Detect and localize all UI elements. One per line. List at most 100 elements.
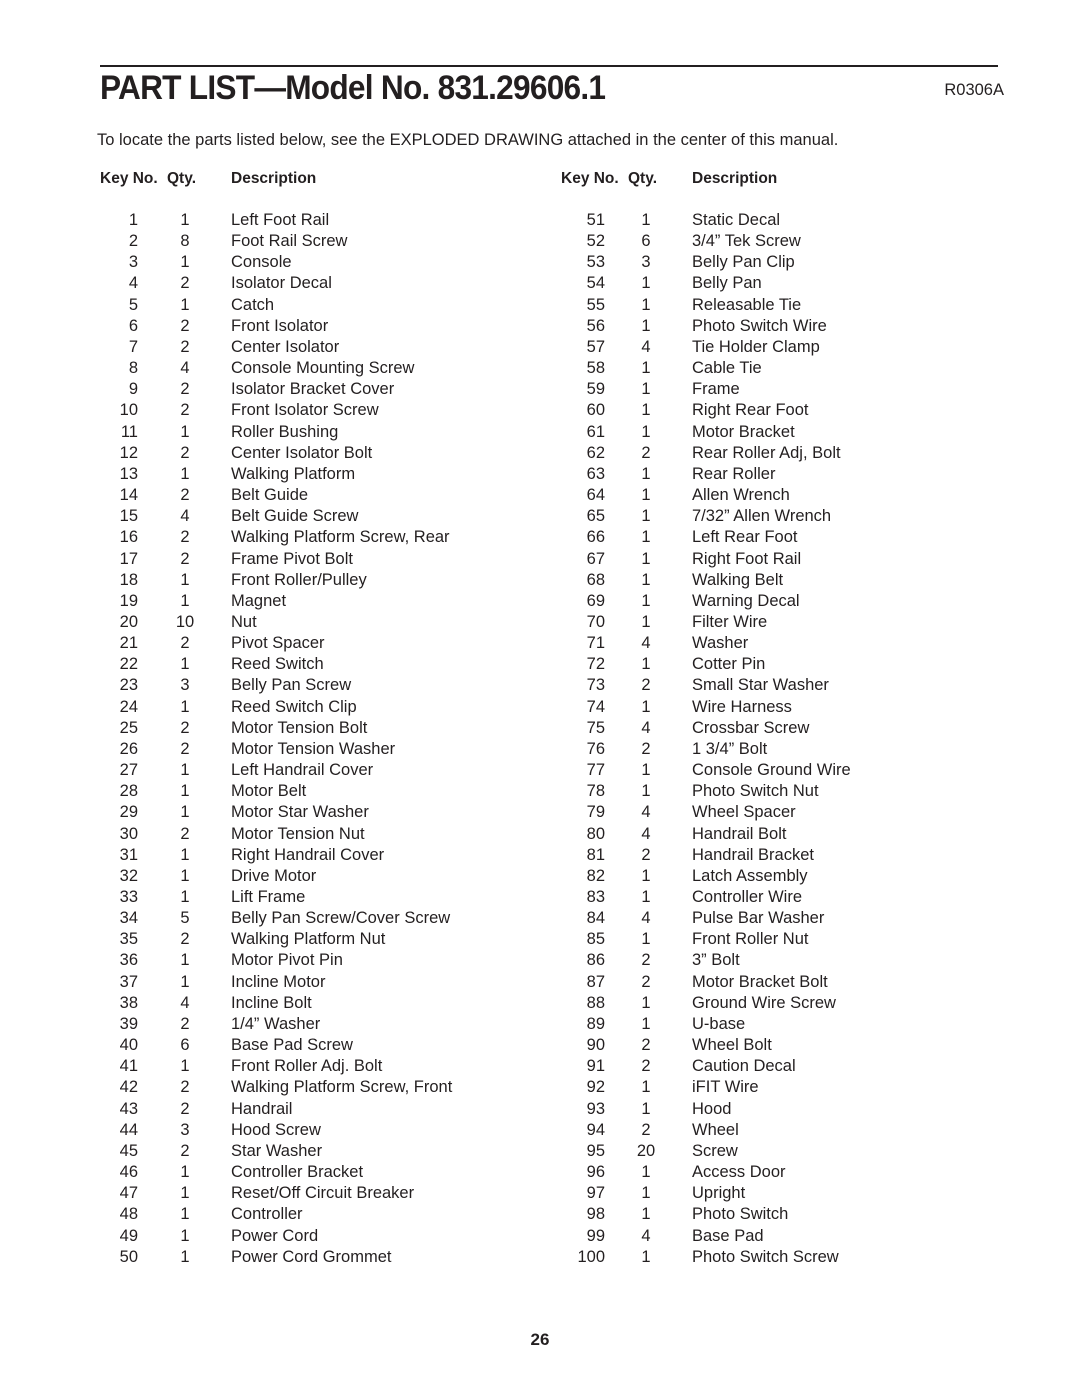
- part-description: Base Pad Screw: [231, 1036, 353, 1055]
- part-key-no: 89: [586, 1014, 605, 1033]
- part-key-no: 70: [586, 612, 605, 631]
- part-row: 6 2 Front Isolator: [100, 316, 520, 337]
- part-qty: 4: [641, 718, 651, 737]
- part-row: 85 1 Front Roller Nut: [561, 929, 981, 950]
- part-key-no: 47: [119, 1184, 138, 1203]
- part-qty: 2: [180, 549, 190, 568]
- part-qty: 1: [180, 253, 190, 272]
- part-qty: 2: [641, 443, 651, 462]
- part-row: 53 3 Belly Pan Clip: [561, 252, 981, 273]
- part-row: 97 1 Upright: [561, 1183, 981, 1204]
- part-key-no: 26: [119, 739, 138, 758]
- part-key-no: 4: [128, 274, 138, 293]
- part-qty: 1: [180, 1184, 190, 1203]
- part-description: Handrail: [231, 1099, 293, 1118]
- part-description: Cable Tie: [692, 359, 762, 378]
- part-key-no: 72: [586, 655, 605, 674]
- part-row: 69 1 Warning Decal: [561, 591, 981, 612]
- part-key-no: 34: [119, 909, 138, 928]
- part-qty: 6: [641, 232, 651, 251]
- part-key-no: 31: [119, 845, 138, 864]
- part-row: 72 1 Cotter Pin: [561, 654, 981, 675]
- part-qty: 4: [641, 909, 651, 928]
- part-qty: 1: [180, 1163, 190, 1182]
- part-key-no: 15: [119, 507, 138, 526]
- part-description: Front Isolator Screw: [231, 401, 379, 420]
- part-key-no: 77: [586, 761, 605, 780]
- part-key-no: 74: [586, 697, 605, 716]
- part-key-no: 49: [119, 1226, 138, 1245]
- part-description: Left Foot Rail: [231, 211, 330, 229]
- part-qty: 1: [641, 655, 651, 674]
- part-key-no: 92: [586, 1078, 605, 1097]
- part-row: 5 1 Catch: [100, 295, 520, 316]
- part-description: Catch: [231, 295, 275, 314]
- part-row: 14 2 Belt Guide: [100, 485, 520, 506]
- part-description: Cotter Pin: [692, 655, 766, 674]
- part-row: 23 3 Belly Pan Screw: [100, 675, 520, 696]
- part-qty: 2: [641, 972, 651, 991]
- part-row: 93 1 Hood: [561, 1099, 981, 1120]
- part-description: Isolator Bracket Cover: [231, 380, 395, 399]
- part-key-no: 98: [586, 1205, 605, 1224]
- part-qty: 2: [180, 380, 190, 399]
- part-row: 50 1 Power Cord Grommet: [100, 1247, 520, 1268]
- part-key-no: 81: [586, 845, 605, 864]
- part-description: Power Cord Grommet: [231, 1247, 392, 1266]
- part-description: Controller Bracket: [231, 1163, 364, 1182]
- part-key-no: 68: [586, 570, 605, 589]
- part-description: Frame Pivot Bolt: [231, 549, 353, 568]
- part-key-no: 61: [586, 422, 605, 441]
- part-qty: 1: [180, 845, 190, 864]
- part-description: Right Foot Rail: [692, 549, 802, 568]
- part-key-no: 99: [586, 1226, 605, 1245]
- part-row: 37 1 Incline Motor: [100, 972, 520, 993]
- part-key-no: 93: [586, 1099, 605, 1118]
- part-qty: 4: [641, 1226, 651, 1245]
- part-key-no: 45: [119, 1141, 138, 1160]
- part-row: 95 20 Screw: [561, 1141, 981, 1162]
- part-row: 89 1 U-base: [561, 1014, 981, 1035]
- part-key-no: 19: [119, 591, 138, 610]
- part-key-no: 57: [586, 337, 605, 356]
- part-row: 44 3 Hood Screw: [100, 1120, 520, 1141]
- part-key-no: 58: [586, 359, 605, 378]
- part-row: 59 1 Frame: [561, 379, 981, 400]
- part-key-no: 67: [586, 549, 605, 568]
- part-description: 1 3/4” Bolt: [692, 739, 768, 758]
- part-description: Wire Harness: [692, 697, 792, 716]
- part-row: 47 1 Reset/Off Circuit Breaker: [100, 1183, 520, 1204]
- part-row: 63 1 Rear Roller: [561, 464, 981, 485]
- part-row: 75 4 Crossbar Screw: [561, 718, 981, 739]
- part-description: Drive Motor: [231, 866, 317, 885]
- part-key-no: 73: [586, 676, 605, 695]
- part-row: 100 1 Photo Switch Screw: [561, 1247, 981, 1268]
- part-key-no: 96: [586, 1163, 605, 1182]
- part-key-no: 91: [586, 1057, 605, 1076]
- part-row: 64 1 Allen Wrench: [561, 485, 981, 506]
- part-row: 77 1 Console Ground Wire: [561, 760, 981, 781]
- part-row: 40 6 Base Pad Screw: [100, 1035, 520, 1056]
- part-description: Motor Bracket: [692, 422, 795, 441]
- part-qty: 1: [641, 401, 651, 420]
- part-qty: 2: [641, 739, 651, 758]
- part-row: 84 4 Pulse Bar Washer: [561, 908, 981, 929]
- part-description: Tie Holder Clamp: [692, 337, 820, 356]
- part-key-no: 80: [586, 824, 605, 843]
- part-key-no: 84: [586, 909, 605, 928]
- part-description: Belly Pan Clip: [692, 253, 795, 272]
- part-description: Photo Switch Nut: [692, 782, 819, 801]
- part-description: Ground Wire Screw: [692, 993, 836, 1012]
- part-row: 33 1 Lift Frame: [100, 887, 520, 908]
- part-key-no: 79: [586, 803, 605, 822]
- part-description: Releasable Tie: [692, 295, 802, 314]
- part-description: Motor Tension Nut: [231, 824, 365, 843]
- part-description: Console: [231, 253, 292, 272]
- part-row: 31 1 Right Handrail Cover: [100, 845, 520, 866]
- part-qty: 2: [641, 1036, 651, 1055]
- part-key-no: 46: [119, 1163, 138, 1182]
- header-description: Description: [231, 170, 317, 187]
- part-key-no: 87: [586, 972, 605, 991]
- part-key-no: 10: [119, 401, 138, 420]
- part-key-no: 65: [586, 507, 605, 526]
